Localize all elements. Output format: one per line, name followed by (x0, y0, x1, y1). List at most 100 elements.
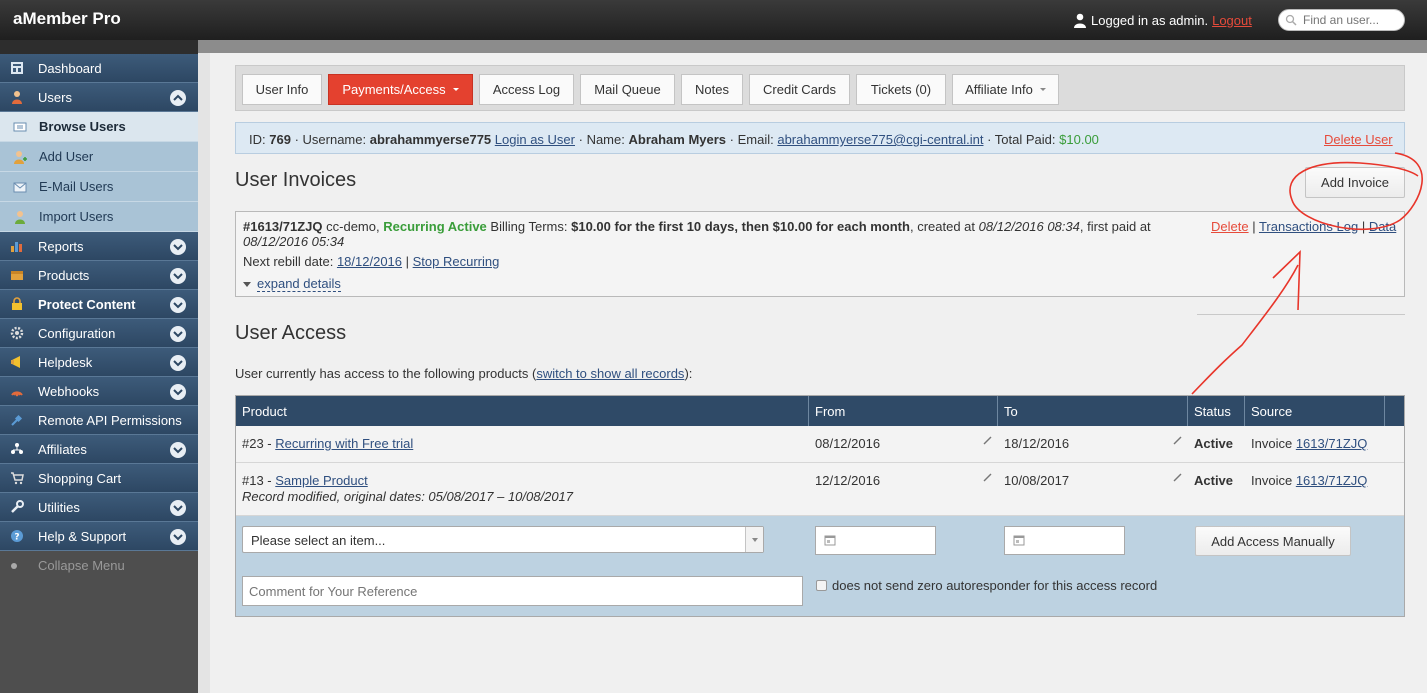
tab-tickets[interactable]: Tickets (0) (856, 74, 946, 105)
pencil-icon[interactable] (983, 435, 993, 445)
search-input[interactable] (1303, 12, 1401, 28)
user-email-link[interactable]: abrahammyerse775@cgi-central.int (777, 132, 983, 147)
main-top-strip (198, 40, 1427, 53)
pencil-icon[interactable] (1173, 472, 1183, 482)
sidebar-item-shopping-cart[interactable]: Shopping Cart (0, 464, 198, 493)
switch-show-all-link[interactable]: switch to show all records (536, 366, 684, 381)
sidebar-item-configuration[interactable]: Configuration (0, 319, 198, 348)
next-rebill-date-link[interactable]: 18/12/2016 (337, 254, 402, 269)
sidebar-item-import-users[interactable]: Import Users (0, 202, 198, 232)
sidebar-item-email-users[interactable]: E-Mail Users (0, 172, 198, 202)
to-date-input[interactable] (1004, 526, 1125, 555)
sidebar-item-reports[interactable]: Reports (0, 232, 198, 261)
chevron-down-icon[interactable] (170, 355, 186, 371)
tab-mail-queue[interactable]: Mail Queue (580, 74, 675, 105)
product-cell: #23 - Recurring with Free trial (242, 436, 413, 451)
tab-notes[interactable]: Notes (681, 74, 743, 105)
chevron-down-icon[interactable] (170, 297, 186, 313)
dropdown-arrow-icon[interactable] (745, 527, 763, 552)
sidebar-item-add-user[interactable]: Add User (0, 142, 198, 172)
chevron-down-icon[interactable] (170, 268, 186, 284)
first-paid-label: , first paid at (1079, 219, 1151, 234)
add-access-manually-button[interactable]: Add Access Manually (1195, 526, 1351, 556)
column-header-product[interactable]: Product (236, 396, 809, 426)
tab-credit-cards[interactable]: Credit Cards (749, 74, 850, 105)
user-icon (1074, 13, 1086, 28)
tab-affiliate-info[interactable]: Affiliate Info (952, 74, 1059, 105)
login-as-user-link[interactable]: Login as User (495, 132, 575, 147)
product-link[interactable]: Sample Product (275, 473, 368, 488)
sidebar-item-label: Helpdesk (38, 354, 93, 370)
sidebar-item-label: Browse Users (39, 119, 126, 134)
stop-recurring-link[interactable]: Stop Recurring (413, 254, 500, 269)
tab-access-log[interactable]: Access Log (479, 74, 574, 105)
column-header-status[interactable]: Status (1188, 396, 1245, 426)
triangle-down-icon (243, 282, 251, 288)
user-search[interactable] (1278, 9, 1405, 31)
sidebar-item-label: Affiliates (38, 441, 87, 457)
sidebar-top-strip (0, 40, 198, 54)
sidebar-item-dashboard[interactable]: Dashboard (0, 54, 198, 83)
delete-invoice-link[interactable]: Delete (1211, 219, 1249, 234)
sidebar-item-label: Dashboard (38, 60, 102, 76)
invoice-data-link[interactable]: Data (1369, 219, 1396, 234)
gear-icon (10, 326, 24, 340)
svg-text:?: ? (14, 533, 19, 543)
pencil-icon[interactable] (1173, 435, 1183, 445)
sidebar-item-webhooks[interactable]: Webhooks (0, 377, 198, 406)
sidebar-item-label: Utilities (38, 499, 80, 515)
column-header-to[interactable]: To (998, 396, 1188, 426)
id-label: ID: (249, 132, 266, 147)
chevron-down-icon[interactable] (170, 384, 186, 400)
sidebar-item-helpdesk[interactable]: Helpdesk (0, 348, 198, 377)
source-invoice-link[interactable]: 1613/71ZJQ (1296, 473, 1368, 488)
no-zero-autoresponder-option[interactable]: does not send zero autoresponder for thi… (816, 578, 1157, 593)
tab-payments-access[interactable]: Payments/Access (328, 74, 473, 105)
sidebar-item-products[interactable]: Products (0, 261, 198, 290)
sidebar-item-help-support[interactable]: ? Help & Support (0, 522, 198, 551)
tab-user-info[interactable]: User Info (242, 74, 322, 105)
checkbox[interactable] (816, 580, 827, 591)
collapse-menu[interactable]: Collapse Menu (0, 551, 198, 580)
expand-details[interactable]: expand details (243, 276, 341, 292)
sidebar-item-users[interactable]: Users (0, 83, 198, 112)
expand-details-link[interactable]: expand details (257, 276, 341, 292)
sidebar-item-protect-content[interactable]: Protect Content (0, 290, 198, 319)
from-date-input[interactable] (815, 526, 936, 555)
chevron-down-icon[interactable] (170, 239, 186, 255)
delete-user-link[interactable]: Delete User (1324, 132, 1393, 147)
sidebar-item-affiliates[interactable]: Affiliates (0, 435, 198, 464)
sidebar-item-remote-api-permissions[interactable]: Remote API Permissions (0, 406, 198, 435)
sidebar-item-browse-users[interactable]: Browse Users (0, 112, 198, 142)
chevron-down-icon[interactable] (170, 326, 186, 342)
comment-field[interactable] (242, 576, 803, 606)
column-header-from[interactable]: From (809, 396, 998, 426)
plug-icon (11, 414, 23, 426)
chevron-down-icon[interactable] (170, 500, 186, 516)
pencil-icon[interactable] (983, 472, 993, 482)
cart-icon (11, 472, 24, 485)
chevron-down-icon[interactable] (170, 529, 186, 545)
source-invoice-link[interactable]: 1613/71ZJQ (1296, 436, 1368, 451)
user-icon (12, 91, 22, 104)
user-name: Abraham Myers (628, 132, 727, 147)
sidebar-item-label: Import Users (39, 209, 114, 224)
next-rebill: Next rebill date: 18/12/2016 | Stop Recu… (243, 254, 500, 269)
chevron-down-icon[interactable] (170, 442, 186, 458)
comment-input[interactable] (249, 583, 789, 599)
add-invoice-button[interactable]: Add Invoice (1305, 167, 1405, 198)
import-users-icon (15, 210, 25, 224)
transactions-log-link[interactable]: Transactions Log (1259, 219, 1358, 234)
column-header-source[interactable]: Source (1245, 396, 1385, 426)
product-select[interactable]: Please select an item... (242, 526, 764, 553)
collapse-dot-icon (11, 562, 17, 569)
tab-label: Notes (695, 82, 729, 97)
logged-in-text: Logged in as admin. (1091, 13, 1209, 28)
megaphone-icon (11, 356, 20, 368)
app-logo[interactable]: aMember Pro (13, 9, 121, 29)
chevron-up-icon[interactable] (170, 90, 186, 106)
next-rebill-label: Next rebill date: (243, 254, 334, 269)
logout-link[interactable]: Logout (1212, 13, 1252, 28)
product-link[interactable]: Recurring with Free trial (275, 436, 413, 451)
sidebar-item-utilities[interactable]: Utilities (0, 493, 198, 522)
